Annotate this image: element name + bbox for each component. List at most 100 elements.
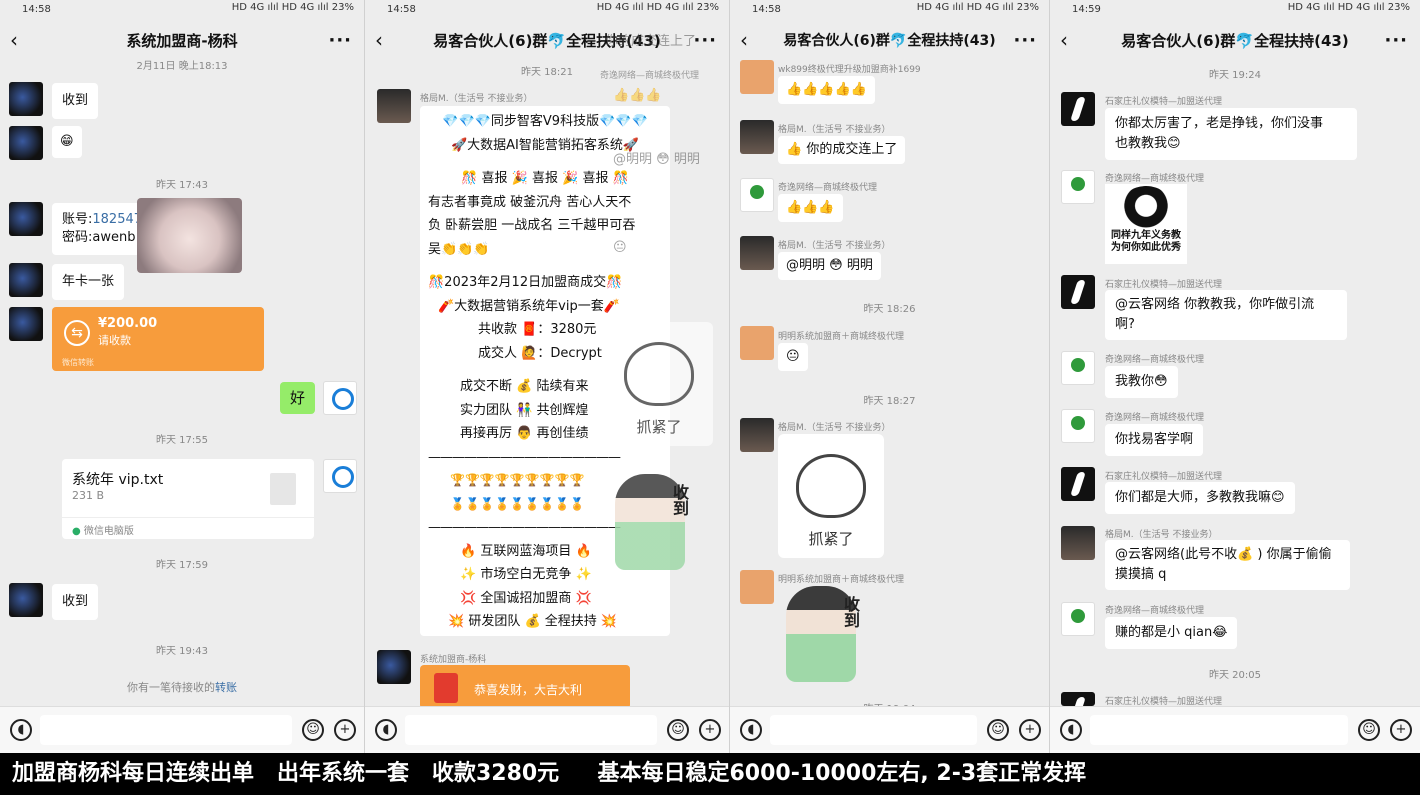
chat-panel-3: 14:58 HD 4G ılıl HD 4G ılıl 23% ‹ 易客合伙人(6… bbox=[730, 0, 1050, 753]
avatar[interactable] bbox=[377, 89, 411, 123]
message-bubble[interactable]: 👍👍👍👍👍 bbox=[778, 76, 875, 104]
voice-icon[interactable]: ◖ bbox=[375, 719, 397, 741]
avatar[interactable] bbox=[9, 263, 43, 297]
avatar[interactable] bbox=[740, 178, 774, 212]
message-bubble[interactable]: 收到 bbox=[52, 584, 99, 620]
chat-title: 系统加盟商-杨科 bbox=[126, 31, 238, 50]
sender-name: 明明系统加盟商＋商城终极代理 bbox=[778, 575, 905, 585]
avatar[interactable] bbox=[1061, 526, 1095, 560]
sender-name: 格局M.（生活号 不接业务） bbox=[778, 241, 891, 251]
meme-sticker[interactable]: 同样九年义务教 为何你如此优秀 bbox=[1105, 184, 1187, 264]
timestamp: 昨天 19:43 bbox=[156, 646, 208, 657]
back-icon[interactable]: ‹ bbox=[740, 28, 748, 52]
ghost-text: 😐 bbox=[613, 240, 627, 255]
avatar[interactable] bbox=[9, 126, 43, 160]
avatar-self[interactable] bbox=[323, 381, 357, 415]
more-icon[interactable]: ··· bbox=[1013, 30, 1037, 51]
avatar[interactable] bbox=[1061, 170, 1095, 204]
message-bubble[interactable]: 😐 bbox=[778, 343, 808, 371]
sender-name: 格局M.（生活号 不接业务） bbox=[778, 125, 891, 135]
more-icon[interactable]: ··· bbox=[1384, 30, 1408, 51]
message-input[interactable] bbox=[770, 715, 977, 745]
avatar[interactable] bbox=[9, 307, 43, 341]
voice-icon[interactable]: ◖ bbox=[1060, 719, 1082, 741]
avatar[interactable] bbox=[1061, 467, 1095, 501]
message-bubble[interactable]: 👍 你的成交连上了 bbox=[778, 136, 906, 164]
message-bubble[interactable]: 赚的都是小 qian😂 bbox=[1105, 617, 1238, 649]
back-icon[interactable]: ‹ bbox=[375, 28, 383, 52]
transfer-link[interactable]: 转账 bbox=[215, 681, 237, 694]
plus-icon[interactable]: + bbox=[699, 719, 721, 741]
red-packet[interactable]: 恭喜发财，大吉大利 bbox=[420, 665, 630, 709]
avatar[interactable] bbox=[740, 236, 774, 270]
sender-name: 奇逸网络—商城终极代理 bbox=[778, 183, 878, 193]
avatar[interactable] bbox=[1061, 275, 1095, 309]
message-bubble[interactable]: 你找易客学啊 bbox=[1105, 424, 1204, 456]
plus-icon[interactable]: + bbox=[334, 719, 356, 741]
more-icon[interactable]: ··· bbox=[328, 30, 352, 51]
file-source: ● 微信电脑版 bbox=[72, 526, 134, 537]
message-bubble[interactable]: 我教你😳 bbox=[1105, 366, 1178, 398]
message-bubble[interactable]: 你都太厉害了，老是挣钱，你们没事 也教教我😊 bbox=[1105, 108, 1357, 160]
back-icon[interactable]: ‹ bbox=[1060, 28, 1068, 52]
emoji-icon[interactable]: ☺ bbox=[987, 719, 1009, 741]
message-bubble[interactable]: @云客网络(此号不收💰 ) 你属于偷偷 摸摸搞 q bbox=[1105, 540, 1350, 590]
avatar[interactable] bbox=[740, 418, 774, 452]
more-icon[interactable]: ··· bbox=[693, 30, 717, 51]
sticker-image[interactable]: 抓紧了 bbox=[778, 434, 884, 558]
file-card[interactable]: 系统年 vip.txt 231 B ● 微信电脑版 bbox=[62, 459, 314, 539]
avatar[interactable] bbox=[1061, 92, 1095, 126]
sender-name: 奇逸网络—商城终极代理 bbox=[1105, 174, 1205, 184]
emoji-icon[interactable]: ☺ bbox=[667, 719, 689, 741]
timestamp: 昨天 17:59 bbox=[156, 560, 208, 571]
avatar[interactable] bbox=[9, 82, 43, 116]
avatar[interactable] bbox=[740, 570, 774, 604]
status-bar: 14:58 HD 4G ılıl HD 4G ılıl 23% bbox=[387, 2, 719, 15]
voice-icon[interactable]: ◖ bbox=[10, 719, 32, 741]
avatar[interactable] bbox=[1061, 692, 1095, 706]
sender-name: 格局M.（生活号 不接业务） bbox=[1105, 530, 1218, 540]
cat-sticker-image[interactable] bbox=[137, 198, 242, 273]
sticker-ghost: 抓紧了 bbox=[605, 322, 713, 446]
message-bubble[interactable]: 收到 bbox=[52, 83, 99, 119]
message-bubble[interactable]: 年卡一张 bbox=[52, 264, 125, 300]
plus-icon[interactable]: + bbox=[1019, 719, 1041, 741]
sender-name: 奇逸网络—商城终极代理 bbox=[1105, 413, 1205, 423]
message-input[interactable] bbox=[40, 715, 292, 745]
message-bubble-self[interactable]: 好 bbox=[280, 382, 316, 414]
transfer-card[interactable]: ⇆ ¥200.00 请收款 微信转账 bbox=[52, 307, 264, 371]
avatar[interactable] bbox=[377, 650, 411, 684]
message-bubble[interactable]: 😁 bbox=[52, 126, 82, 158]
title-bar: ‹ 系统加盟商-杨科 ··· bbox=[0, 22, 364, 58]
avatar-self[interactable] bbox=[323, 459, 357, 493]
avatar[interactable] bbox=[1061, 409, 1095, 443]
avatar[interactable] bbox=[740, 60, 774, 94]
red-packet-text: 恭喜发财，大吉大利 bbox=[474, 683, 583, 697]
sender-name: 格局M.（生活号 不接业务） bbox=[420, 94, 533, 104]
message-input[interactable] bbox=[1090, 715, 1348, 745]
emoji-icon[interactable]: ☺ bbox=[302, 719, 324, 741]
sticker-text: 收到 bbox=[670, 484, 689, 516]
transfer-icon: ⇆ bbox=[64, 320, 90, 346]
message-input[interactable] bbox=[405, 715, 657, 745]
message-bubble[interactable]: 你们都是大师，多教教我嘛😊 bbox=[1105, 482, 1295, 514]
avatar[interactable] bbox=[740, 326, 774, 360]
avatar[interactable] bbox=[1061, 602, 1095, 636]
plus-icon[interactable]: + bbox=[1390, 719, 1412, 741]
avatar[interactable] bbox=[1061, 351, 1095, 385]
status-bar: 14:58 HD 4G ılıl HD 4G ılıl 23% bbox=[752, 2, 1039, 15]
avatar[interactable] bbox=[9, 583, 43, 617]
message-bubble[interactable]: @云客网络 你教教我，你咋做引流 啊? bbox=[1105, 290, 1347, 340]
sender-name: 系统加盟商-杨科 bbox=[420, 655, 487, 665]
timestamp: 昨天 20:05 bbox=[1209, 670, 1261, 681]
chat-panel-2: 14:58 HD 4G ılıl HD 4G ılıl 23% ‹ 易客合伙人(6… bbox=[365, 0, 730, 753]
voice-icon[interactable]: ◖ bbox=[740, 719, 762, 741]
message-bubble[interactable]: 👍👍👍 bbox=[778, 194, 843, 222]
avatar[interactable] bbox=[9, 202, 43, 236]
message-bubble[interactable]: @明明 😳 明明 bbox=[778, 252, 881, 280]
status-bar: 14:58 HD 4G ılıl HD 4G ılıl 23% bbox=[0, 0, 364, 18]
emoji-icon[interactable]: ☺ bbox=[1358, 719, 1380, 741]
avatar[interactable] bbox=[740, 120, 774, 154]
back-icon[interactable]: ‹ bbox=[10, 28, 18, 52]
file-size: 231 B bbox=[72, 489, 105, 502]
